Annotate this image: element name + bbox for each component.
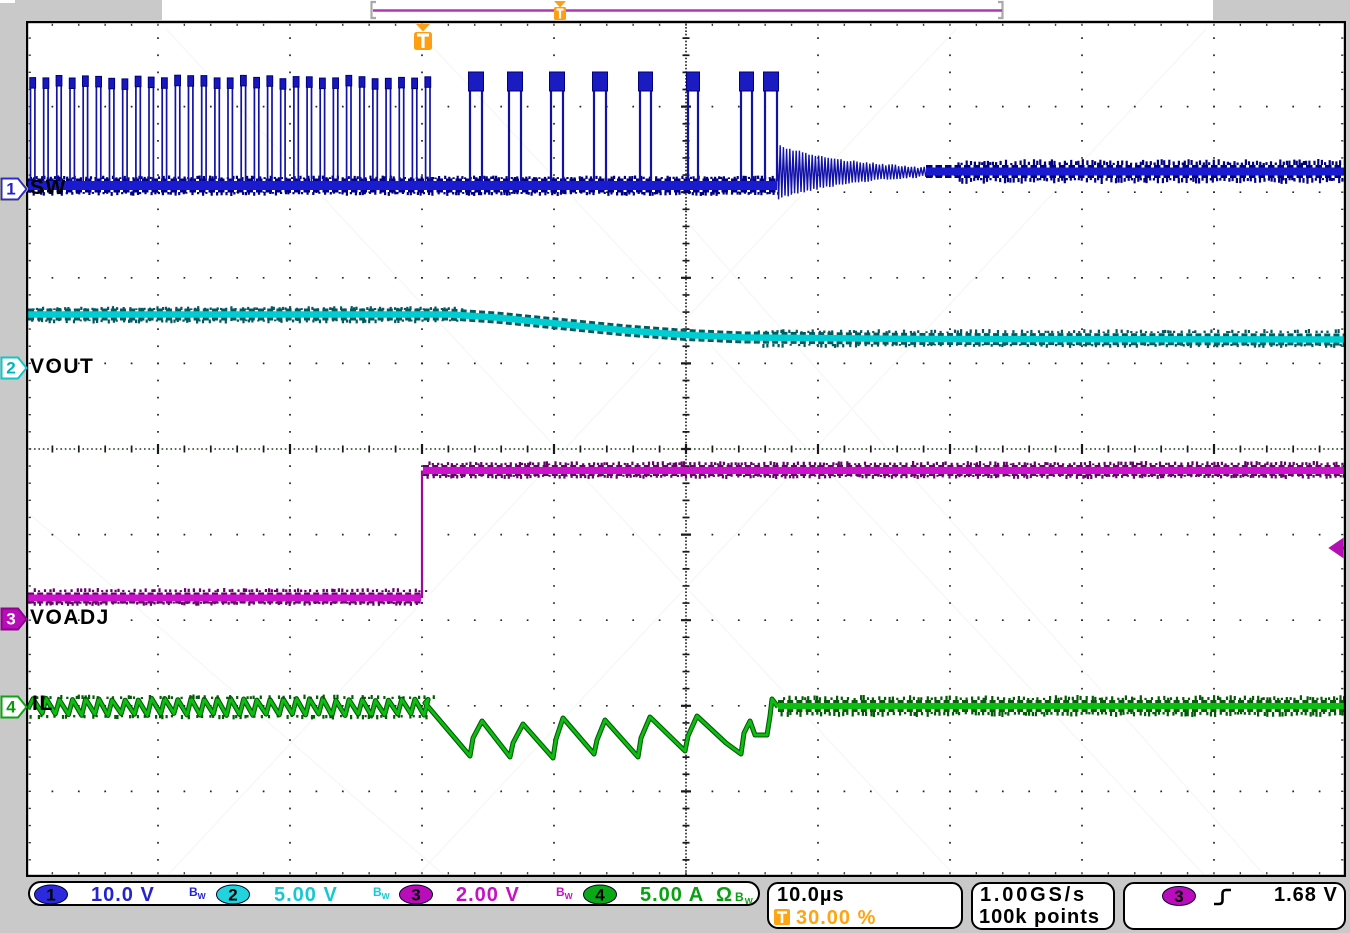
svg-text:1: 1 xyxy=(46,886,55,905)
svg-text:2: 2 xyxy=(6,359,15,378)
svg-text:4: 4 xyxy=(595,886,605,905)
svg-text:3: 3 xyxy=(411,886,420,905)
svg-text:4: 4 xyxy=(6,698,16,717)
svg-text:1: 1 xyxy=(6,180,15,199)
svg-text:3: 3 xyxy=(6,610,15,629)
svg-text:2: 2 xyxy=(228,886,237,905)
svg-text:3: 3 xyxy=(1174,887,1183,906)
